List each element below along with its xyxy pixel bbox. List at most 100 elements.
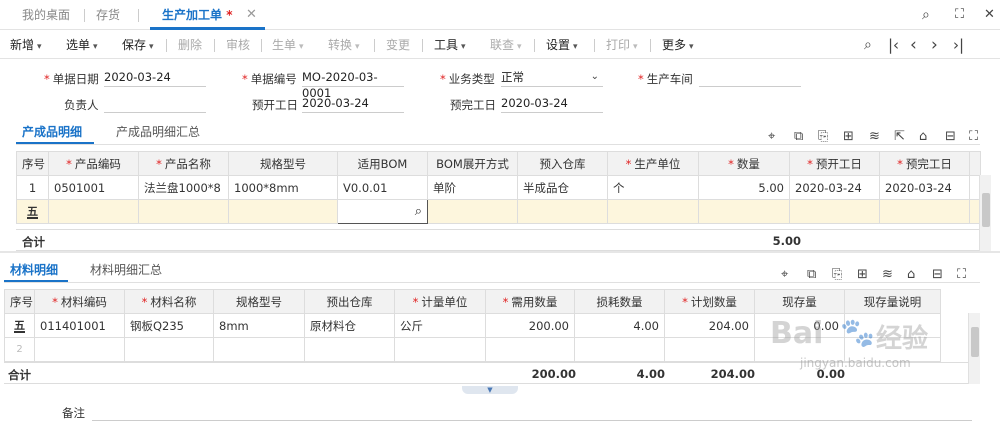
table-cell[interactable] [664, 337, 755, 362]
close-tab-icon[interactable]: ✕ [246, 0, 257, 30]
plan-end-field[interactable]: 2020-03-24 [501, 95, 603, 113]
doc-date-field[interactable]: 2020-03-24 [104, 69, 206, 87]
column-header[interactable]: 损耗数量 [574, 289, 665, 314]
table-cell[interactable] [574, 337, 665, 362]
table-cell[interactable] [394, 337, 486, 362]
change-button[interactable]: 变更 [386, 31, 410, 59]
product-scrollbar[interactable] [979, 175, 991, 251]
row-edit-icon[interactable]: 五 [16, 199, 49, 224]
column-header[interactable]: * 计划数量 [664, 289, 755, 314]
columns-icon[interactable]: ⊟ [945, 129, 956, 144]
last-record-icon[interactable]: ›| [953, 31, 964, 59]
table-cell[interactable] [607, 199, 699, 224]
column-header[interactable]: * 生产单位 [607, 151, 699, 176]
column-header[interactable]: BOM展开方式 [427, 151, 518, 176]
insert-row-icon[interactable]: ⊞ [857, 267, 868, 282]
table-cell[interactable] [698, 199, 790, 224]
link-query-button[interactable]: 联查 ▾ [490, 31, 522, 59]
paste-row-icon[interactable]: ⎘ [818, 129, 828, 144]
table-cell[interactable] [427, 199, 518, 224]
tools-button[interactable]: 工具 ▾ [434, 31, 466, 59]
table-cell[interactable]: 单阶 [427, 175, 518, 200]
column-header[interactable]: * 需用数量 [485, 289, 575, 314]
tab-product-summary[interactable]: 产成品明细汇总 [116, 123, 200, 140]
maximize-icon[interactable]: ⛶ [955, 0, 964, 30]
columns-icon[interactable]: ⊟ [932, 267, 943, 282]
delete-button[interactable]: 删除 [178, 31, 202, 59]
tab-stock[interactable]: 存货 [96, 0, 120, 30]
column-header[interactable]: 序号 [16, 151, 49, 176]
column-header[interactable]: * 预开工日 [789, 151, 880, 176]
filter-icon[interactable]: ≋ [869, 129, 880, 144]
locate-icon[interactable]: ⌖ [781, 267, 788, 282]
first-record-icon[interactable]: |‹ [888, 31, 899, 59]
close-window-icon[interactable]: ✕ [984, 0, 995, 30]
view-search-icon[interactable]: ⌕ [864, 31, 872, 59]
copy-row-icon[interactable]: ⧉ [807, 267, 816, 282]
tab-material-summary[interactable]: 材料明细汇总 [90, 261, 162, 278]
column-header[interactable]: 现存量 [754, 289, 845, 314]
column-header[interactable]: 规格型号 [213, 289, 305, 314]
table-cell[interactable]: 原材料仓 [304, 313, 395, 338]
audit-button[interactable]: 审核 [226, 31, 250, 59]
filter-icon[interactable]: ≋ [882, 267, 893, 282]
table-cell[interactable]: 2 [4, 337, 35, 362]
generate-button[interactable]: 生单 ▾ [272, 31, 304, 59]
column-header[interactable]: * 产品名称 [138, 151, 229, 176]
table-cell[interactable] [34, 337, 125, 362]
row-edit-icon[interactable]: 五 [4, 313, 35, 338]
next-record-icon[interactable]: › [931, 31, 938, 59]
table-cell[interactable] [485, 337, 575, 362]
insert-row-icon[interactable]: ⊞ [843, 129, 854, 144]
table-cell[interactable] [124, 337, 214, 362]
table-cell[interactable] [213, 337, 305, 362]
table-cell[interactable]: 1000*8mm [228, 175, 338, 200]
scroll-spacer[interactable] [969, 151, 981, 176]
column-header[interactable]: * 材料编码 [34, 289, 125, 314]
settings-button[interactable]: 设置 ▾ [546, 31, 578, 59]
table-cell[interactable]: 个 [607, 175, 699, 200]
column-header[interactable]: 预出仓库 [304, 289, 395, 314]
plan-start-field[interactable]: 2020-03-24 [302, 95, 404, 113]
column-header[interactable]: 序号 [4, 289, 35, 314]
table-cell[interactable]: 5.00 [698, 175, 790, 200]
remark-field[interactable] [92, 403, 972, 421]
locate-icon[interactable]: ⌖ [768, 129, 775, 144]
material-scrollbar[interactable] [968, 313, 980, 384]
tab-product-detail[interactable]: 产成品明细 [22, 123, 82, 140]
workshop-field[interactable] [699, 69, 801, 87]
table-cell[interactable]: 钢板Q235 [124, 313, 214, 338]
home-icon[interactable]: ⌂ [907, 267, 915, 282]
table-cell[interactable] [879, 199, 970, 224]
column-header[interactable]: * 数量 [698, 151, 790, 176]
table-cell[interactable]: 法兰盘1000*8 [138, 175, 229, 200]
table-cell[interactable]: 200.00 [485, 313, 575, 338]
print-button[interactable]: 打印 ▾ [606, 31, 638, 59]
lookup-search-icon[interactable]: ⌕ [415, 204, 422, 219]
biz-type-select[interactable]: 正常 ⌄ [501, 69, 603, 87]
convert-button[interactable]: 转换 ▾ [328, 31, 360, 59]
table-cell[interactable]: 0501001 [48, 175, 139, 200]
new-button[interactable]: 新增 ▾ [10, 31, 42, 59]
tab-home[interactable]: 我的桌面 [22, 0, 70, 30]
save-button[interactable]: 保存 ▾ [122, 31, 154, 59]
table-cell[interactable]: 4.00 [574, 313, 665, 338]
table-cell[interactable]: 2020-03-24 [879, 175, 970, 200]
copy-row-icon[interactable]: ⧉ [794, 129, 803, 144]
table-cell[interactable] [789, 199, 880, 224]
column-header[interactable]: * 材料名称 [124, 289, 214, 314]
column-header[interactable]: 现存量说明 [844, 289, 941, 314]
table-cell[interactable] [138, 199, 229, 224]
home-icon[interactable]: ⌂ [919, 129, 927, 144]
table-cell[interactable]: 2020-03-24 [789, 175, 880, 200]
column-header[interactable]: 适用BOM [337, 151, 428, 176]
search-icon[interactable]: ⌕ [922, 0, 930, 30]
table-cell[interactable] [304, 337, 395, 362]
paste-row-icon[interactable]: ⎘ [832, 267, 842, 282]
column-header[interactable]: 预入仓库 [517, 151, 608, 176]
table-cell[interactable]: V0.0.01 [337, 175, 428, 200]
tab-material-detail[interactable]: 材料明细 [10, 261, 58, 278]
column-header[interactable]: * 预完工日 [879, 151, 970, 176]
table-cell[interactable] [228, 199, 338, 224]
more-button[interactable]: 更多 ▾ [662, 31, 694, 59]
